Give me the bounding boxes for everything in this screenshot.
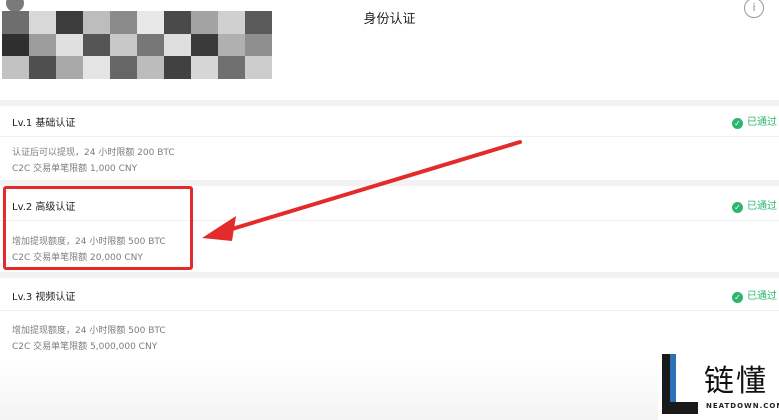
watermark-brand: 链懂 [704, 364, 768, 399]
watermark-site: NEATDOWN.COM [706, 402, 779, 410]
watermark-logo [662, 354, 698, 414]
watermark: 链懂 NEATDOWN.COM [658, 350, 779, 420]
